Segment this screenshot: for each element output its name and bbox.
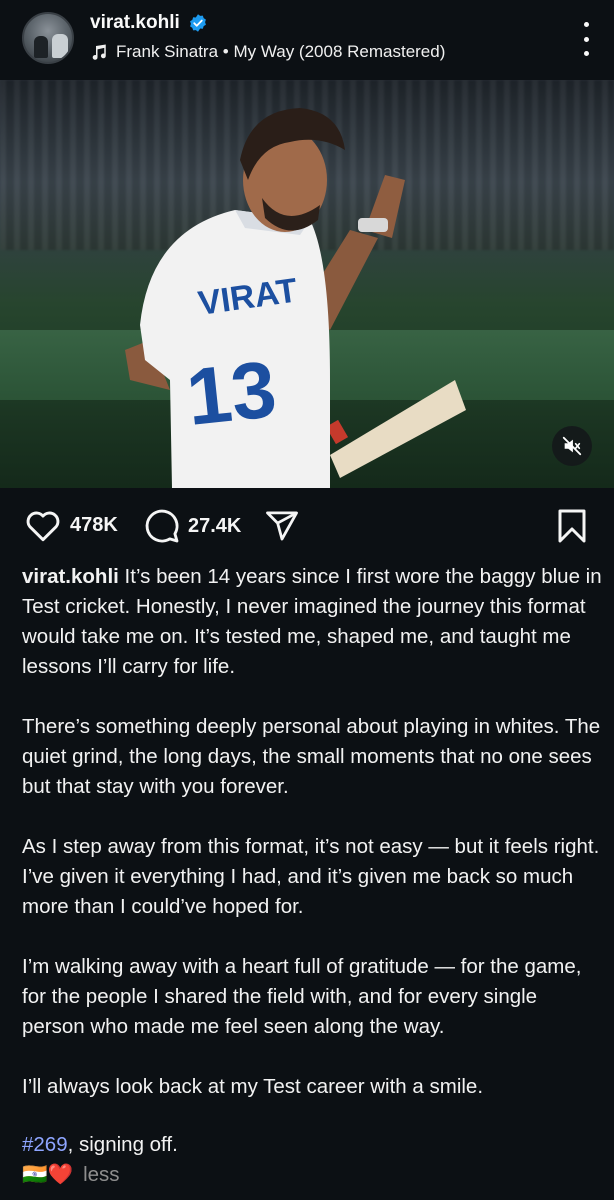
avatar-figure: [34, 36, 48, 58]
share-button[interactable]: [264, 510, 300, 542]
caption-paragraph: I’ll always look back at my Test career …: [22, 1075, 484, 1098]
comment-icon: [145, 509, 179, 543]
heart-icon: [26, 511, 60, 542]
music-track-label: Frank Sinatra • My Way (2008 Remastered): [116, 42, 446, 61]
share-icon: [266, 511, 298, 541]
caption-paragraph: As I step away from this format, it’s no…: [22, 835, 600, 918]
caption-paragraph: virat.kohli It’s been 14 years since I f…: [22, 562, 602, 682]
username-row: virat.kohli: [90, 12, 208, 34]
action-bar: 478K 27.4K: [0, 500, 614, 556]
music-row[interactable]: Frank Sinatra • My Way (2008 Remastered): [90, 42, 445, 62]
mute-toggle[interactable]: [552, 426, 592, 466]
hashtag-link[interactable]: #269: [22, 1133, 68, 1156]
post-media[interactable]: VIRAT 13: [0, 80, 614, 488]
like-button[interactable]: 478K: [24, 508, 118, 542]
menu-dot: [583, 51, 589, 56]
caption-username[interactable]: virat.kohli: [22, 565, 119, 588]
post-caption: virat.kohli It’s been 14 years since I f…: [22, 562, 602, 1190]
avatar-figure: [52, 34, 68, 58]
post-header: virat.kohli Frank Sinatra • My Way (2008…: [0, 0, 614, 80]
menu-dot: [583, 36, 589, 42]
signoff-text: , signing off.: [67, 1133, 178, 1156]
bookmark-icon: [558, 509, 586, 543]
menu-dot: [583, 22, 589, 27]
emoji-row: 🇮🇳❤️ less: [22, 1160, 602, 1190]
save-button[interactable]: [556, 508, 588, 549]
svg-text:13: 13: [182, 344, 280, 442]
caption-paragraph: I’m walking away with a heart full of gr…: [22, 955, 582, 1038]
sound-off-icon: [562, 436, 582, 456]
comment-count: 27.4K: [188, 514, 242, 537]
caption-paragraph: There’s something deeply personal about …: [22, 715, 601, 798]
avatar[interactable]: [22, 12, 74, 64]
like-count: 478K: [70, 513, 118, 536]
more-options-icon[interactable]: [580, 22, 592, 56]
comment-button[interactable]: 27.4K: [144, 508, 241, 544]
verified-badge-icon: [189, 14, 206, 32]
signoff-line: #269, signing off.: [22, 1130, 602, 1160]
username[interactable]: virat.kohli: [90, 12, 180, 34]
cricketer-photo: VIRAT 13: [125, 108, 466, 488]
music-note-icon: [92, 44, 106, 60]
less-button[interactable]: less: [83, 1160, 119, 1190]
emoji-text: 🇮🇳❤️: [22, 1163, 74, 1186]
